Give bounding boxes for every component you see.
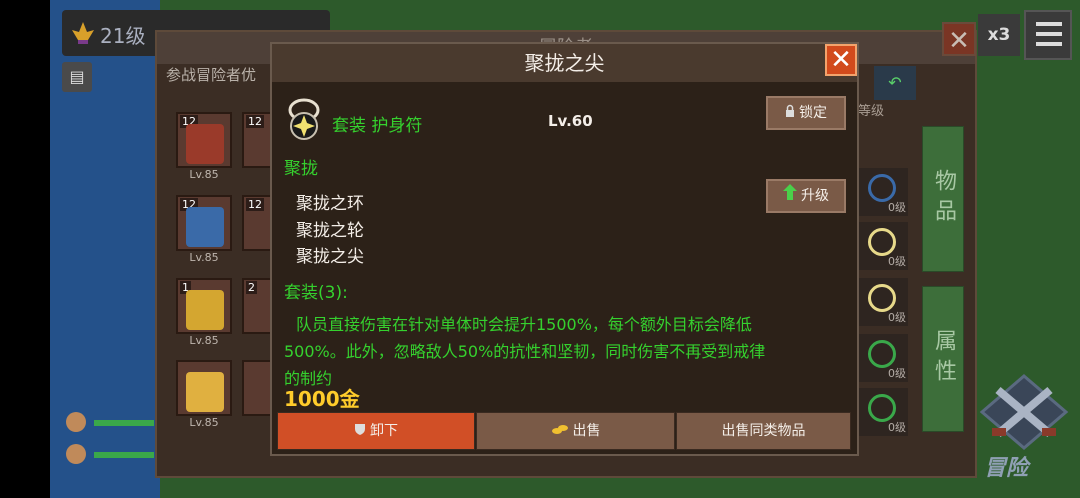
set-bonus-header: 套装(3): bbox=[284, 283, 348, 303]
speed-multiplier-button[interactable]: x3 bbox=[978, 14, 1020, 56]
unequip-button[interactable]: 卸下 bbox=[277, 412, 475, 450]
refresh-icon[interactable]: ↶ bbox=[874, 66, 916, 100]
sell-button[interactable]: 出售 bbox=[476, 412, 675, 450]
item-level: Lv.60 bbox=[548, 112, 593, 130]
hero-portrait bbox=[186, 290, 224, 330]
gold-coins-icon bbox=[551, 413, 569, 449]
hp-bar bbox=[94, 452, 154, 458]
hero-level: Lv.85 bbox=[189, 416, 219, 429]
hero-portrait bbox=[186, 124, 224, 164]
set-piece: 聚拢之环 bbox=[296, 194, 364, 214]
necklace-icon bbox=[868, 228, 896, 256]
set-piece: 聚拢之尖 bbox=[296, 247, 364, 267]
item-type: 套装 护身符 bbox=[332, 116, 423, 136]
set-name: 聚拢 bbox=[284, 159, 318, 179]
adventure-button[interactable]: 冒险 bbox=[976, 372, 1072, 482]
menu-icon bbox=[1036, 22, 1062, 26]
hero-level: Lv.85 bbox=[189, 334, 219, 347]
dialog-title: 聚拢之尖 bbox=[524, 51, 605, 75]
shield-icon bbox=[354, 413, 366, 449]
hero-card[interactable]: 12 bbox=[176, 112, 232, 168]
player-level: 21级 bbox=[100, 24, 146, 48]
upgrade-button[interactable]: 升级 bbox=[766, 179, 846, 213]
tab-items[interactable]: 物品 bbox=[922, 126, 964, 272]
hero-card[interactable]: 12 bbox=[242, 195, 272, 251]
necklace-icon bbox=[868, 340, 896, 368]
avatar bbox=[66, 412, 86, 432]
notes-icon[interactable]: ▤ bbox=[62, 62, 92, 92]
adventurer-panel-subtitle: 参战冒险者优 bbox=[166, 66, 257, 84]
hero-card[interactable] bbox=[176, 360, 232, 416]
player-crest-icon bbox=[72, 22, 94, 44]
set-bonus-description: 队员直接伤害在针对单体时会提升1500%，每个额外目标会降低500%。此外，忽略… bbox=[284, 315, 766, 388]
equipment-slot[interactable]: 0级 bbox=[858, 278, 908, 326]
equipment-slot[interactable]: 0级 bbox=[858, 222, 908, 270]
item-price: 1000金 bbox=[284, 387, 360, 411]
panel-close-button[interactable]: ✕ bbox=[942, 22, 976, 56]
equipment-slot[interactable]: 0级 bbox=[858, 388, 908, 436]
hero-card[interactable]: 1 bbox=[176, 278, 232, 334]
hero-card[interactable]: 12 bbox=[242, 112, 272, 168]
lock-button[interactable]: 锁定 bbox=[766, 96, 846, 130]
sort-level-label[interactable]: 等级 bbox=[858, 100, 884, 119]
avatar bbox=[66, 444, 86, 464]
dialog-close-button[interactable]: ✕ bbox=[825, 44, 857, 76]
crossed-swords-icon bbox=[979, 374, 1069, 450]
set-piece: 聚拢之轮 bbox=[296, 221, 364, 241]
hero-card[interactable]: 2 bbox=[242, 278, 272, 334]
amulet-icon bbox=[288, 98, 320, 140]
necklace-icon bbox=[868, 394, 896, 422]
ring-icon bbox=[868, 174, 896, 202]
equipment-slot[interactable]: 0级 bbox=[858, 334, 908, 382]
menu-button[interactable] bbox=[1024, 10, 1072, 60]
tab-attributes[interactable]: 属性 bbox=[922, 286, 964, 432]
necklace-icon bbox=[868, 284, 896, 312]
hero-card[interactable]: 12 bbox=[176, 195, 232, 251]
hero-portrait bbox=[186, 207, 224, 247]
lock-icon bbox=[785, 98, 795, 128]
equipment-slot[interactable]: 0级 bbox=[858, 168, 908, 216]
dialog-header: 聚拢之尖 bbox=[272, 44, 857, 82]
arrow-up-icon bbox=[783, 181, 797, 211]
hero-level: Lv.85 bbox=[189, 251, 219, 264]
hero-level: Lv.85 bbox=[189, 168, 219, 181]
party-status bbox=[58, 408, 158, 478]
hero-card[interactable] bbox=[242, 360, 272, 416]
hero-portrait bbox=[186, 372, 224, 412]
hp-bar bbox=[94, 420, 154, 426]
sell-same-button[interactable]: 出售同类物品 bbox=[676, 412, 851, 450]
